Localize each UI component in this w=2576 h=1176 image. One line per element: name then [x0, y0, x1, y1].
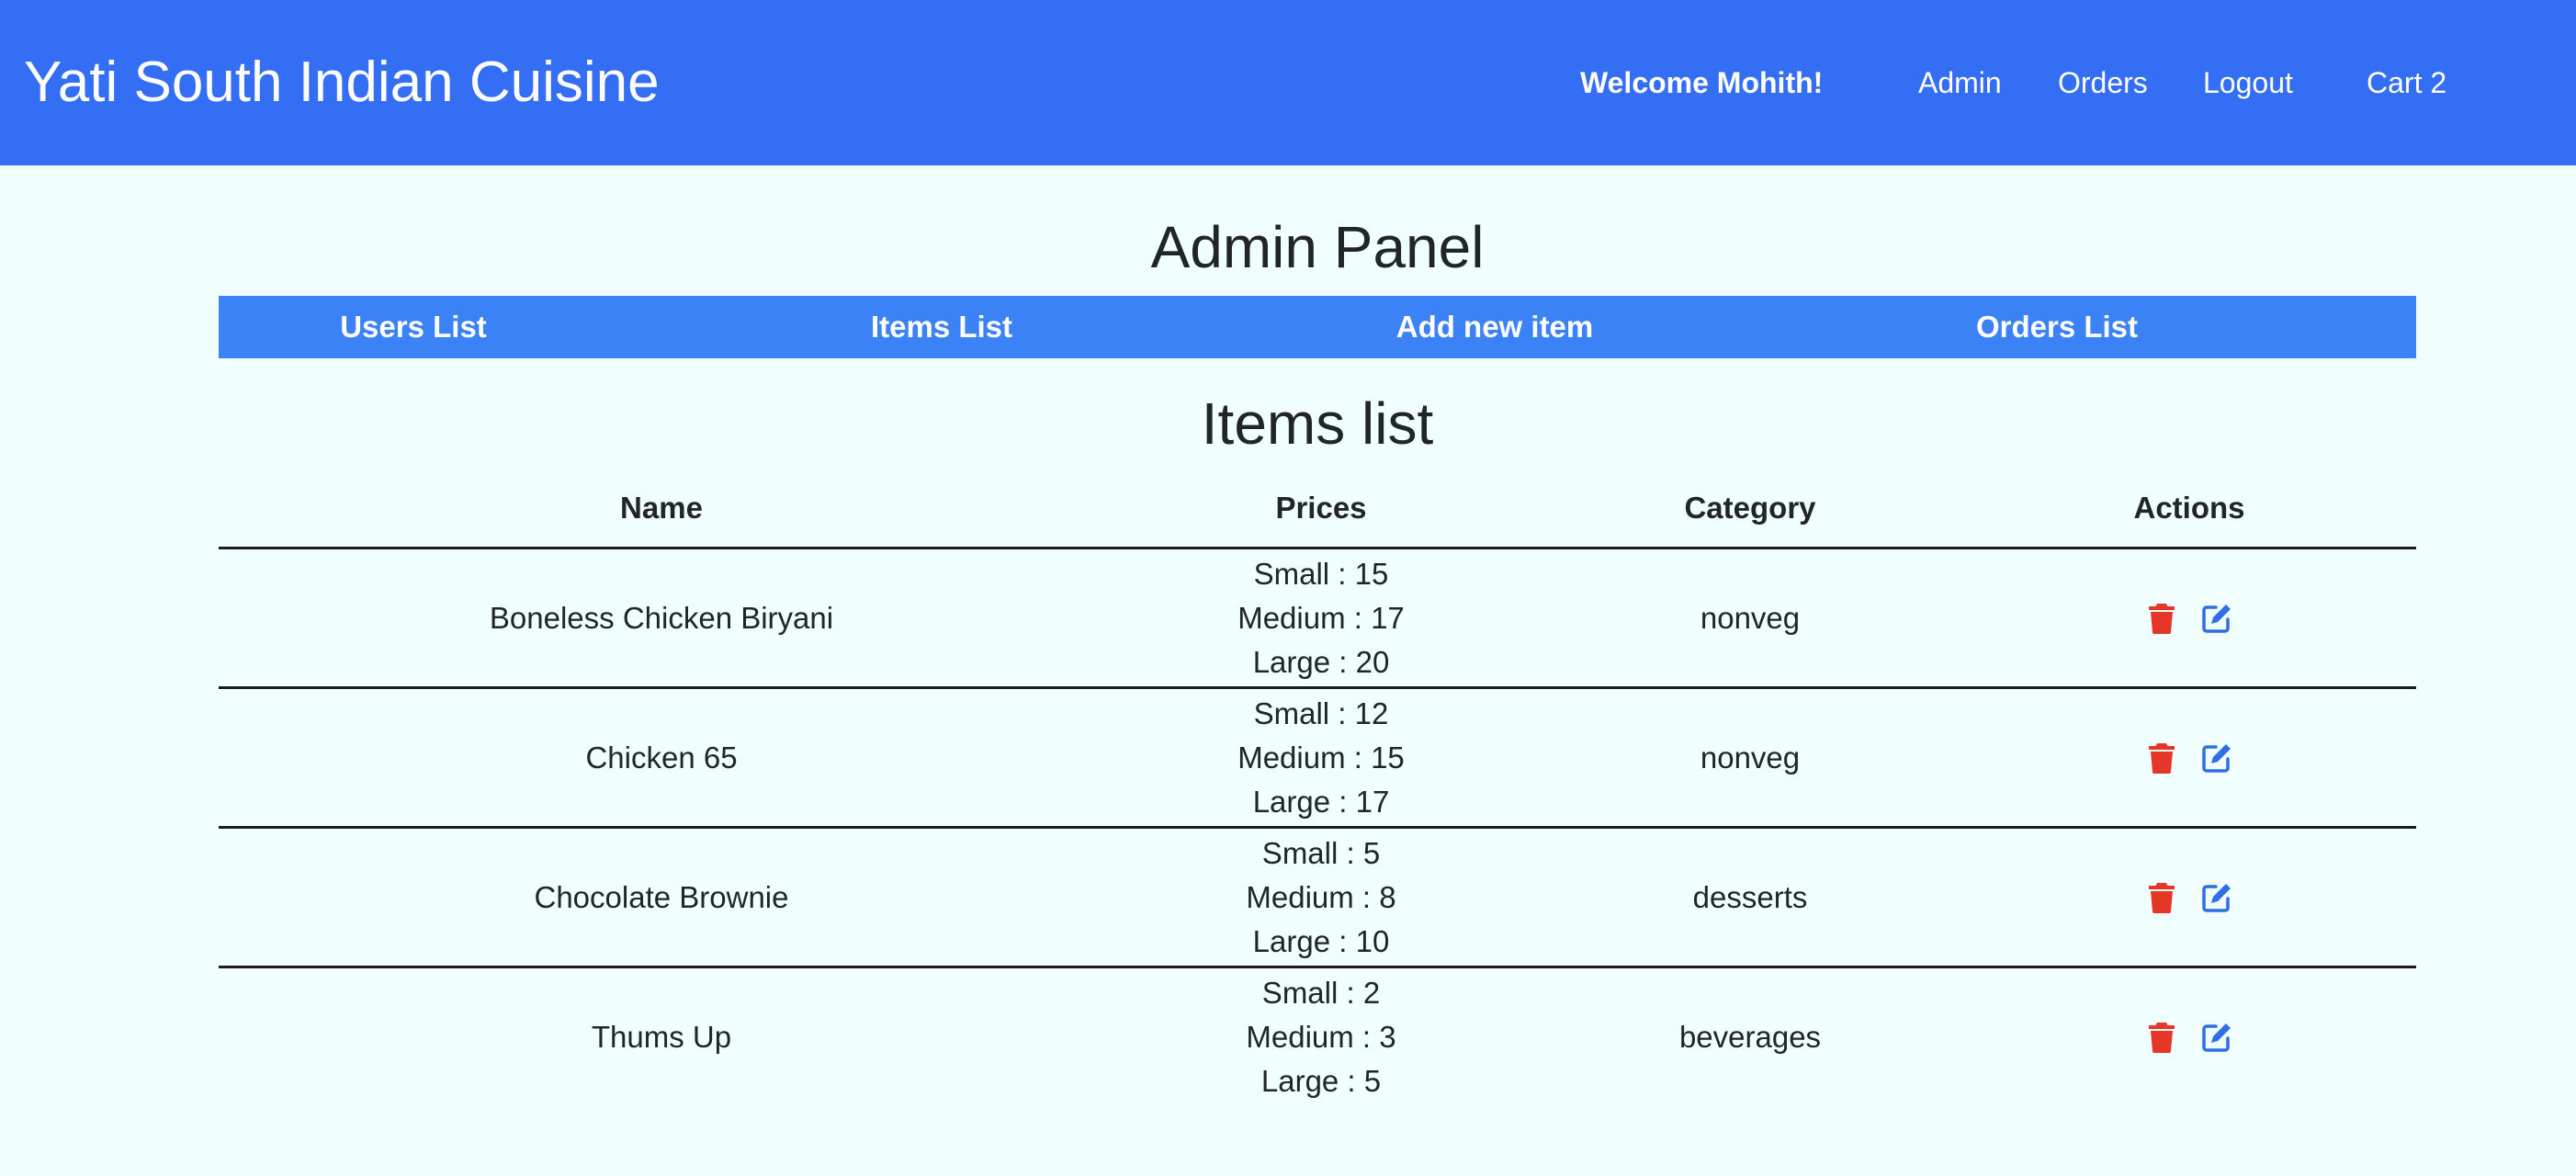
nav-link-cart[interactable]: Cart 2 [2367, 62, 2446, 103]
item-name: Boneless Chicken Biryani [489, 600, 834, 635]
price-small: Small : 2 [1261, 975, 1381, 1010]
price-large: Large : 17 [1252, 784, 1390, 819]
item-prices: Small : 2 Medium : 3 Large : 5 [1246, 968, 1395, 1105]
trash-icon[interactable] [2145, 881, 2178, 914]
price-large: Large : 10 [1252, 923, 1390, 958]
item-prices: Small : 12 Medium : 15 Large : 17 [1237, 689, 1405, 826]
item-category: beverages [1678, 1019, 1822, 1054]
item-prices: Small : 5 Medium : 8 Large : 10 [1246, 829, 1395, 966]
item-prices: Small : 15 Medium : 17 Large : 20 [1237, 549, 1405, 686]
price-large: Large : 20 [1252, 644, 1390, 679]
item-category: nonveg [1700, 600, 1801, 635]
table-header: Name Prices Category Actions [219, 473, 2416, 549]
item-category: nonveg [1700, 740, 1801, 775]
column-header-name: Name [620, 491, 703, 525]
price-small: Small : 12 [1253, 695, 1389, 730]
welcome-message: Welcome Mohith! [1580, 66, 1824, 99]
price-medium: Medium : 3 [1246, 1019, 1396, 1054]
tab-users-list[interactable]: Users List [340, 296, 487, 358]
price-medium: Medium : 8 [1246, 879, 1396, 914]
column-header-prices: Prices [1275, 491, 1367, 525]
table-row: Chocolate Brownie Small : 5 Medium : 8 L… [219, 829, 2416, 968]
price-medium: Medium : 15 [1237, 740, 1405, 775]
item-name: Chicken 65 [585, 740, 738, 775]
admin-tab-bar: Users List Items List Add new item Order… [219, 296, 2416, 358]
tab-orders-list[interactable]: Orders List [1976, 296, 2138, 358]
trash-icon[interactable] [2145, 602, 2178, 635]
item-actions [2145, 968, 2233, 1105]
top-navbar: Yati South Indian Cuisine Welcome Mohith… [0, 0, 2576, 165]
nav-link-orders[interactable]: Orders [2058, 62, 2148, 103]
brand-title[interactable]: Yati South Indian Cuisine [24, 48, 660, 118]
item-actions [2145, 549, 2233, 686]
items-table: Name Prices Category Actions Boneless Ch… [219, 473, 2416, 1105]
tab-items-list[interactable]: Items List [871, 296, 1012, 358]
column-header-category: Category [1684, 491, 1816, 525]
price-medium: Medium : 17 [1237, 600, 1405, 635]
trash-icon[interactable] [2145, 741, 2178, 775]
item-category: desserts [1692, 879, 1808, 914]
price-large: Large : 5 [1260, 1063, 1382, 1098]
items-list-title: Items list [1201, 390, 1434, 457]
item-name: Thums Up [591, 1019, 732, 1054]
table-row: Boneless Chicken Biryani Small : 15 Medi… [219, 549, 2416, 689]
table-row: Thums Up Small : 2 Medium : 3 Large : 5 … [219, 968, 2416, 1105]
admin-panel-title: Admin Panel [1150, 214, 1485, 280]
column-header-actions: Actions [2133, 491, 2245, 525]
price-small: Small : 15 [1253, 556, 1389, 591]
trash-icon[interactable] [2145, 1021, 2178, 1054]
item-name: Chocolate Brownie [534, 879, 789, 914]
price-small: Small : 5 [1261, 835, 1381, 870]
tab-add-new-item[interactable]: Add new item [1396, 296, 1594, 358]
item-actions [2145, 829, 2233, 966]
table-row: Chicken 65 Small : 12 Medium : 15 Large … [219, 689, 2416, 829]
item-actions [2145, 689, 2233, 826]
nav-link-admin[interactable]: Admin [1918, 62, 2002, 103]
edit-icon[interactable] [2200, 602, 2233, 635]
edit-icon[interactable] [2200, 881, 2233, 914]
edit-icon[interactable] [2200, 1021, 2233, 1054]
nav-link-logout[interactable]: Logout [2203, 62, 2293, 103]
edit-icon[interactable] [2200, 741, 2233, 775]
